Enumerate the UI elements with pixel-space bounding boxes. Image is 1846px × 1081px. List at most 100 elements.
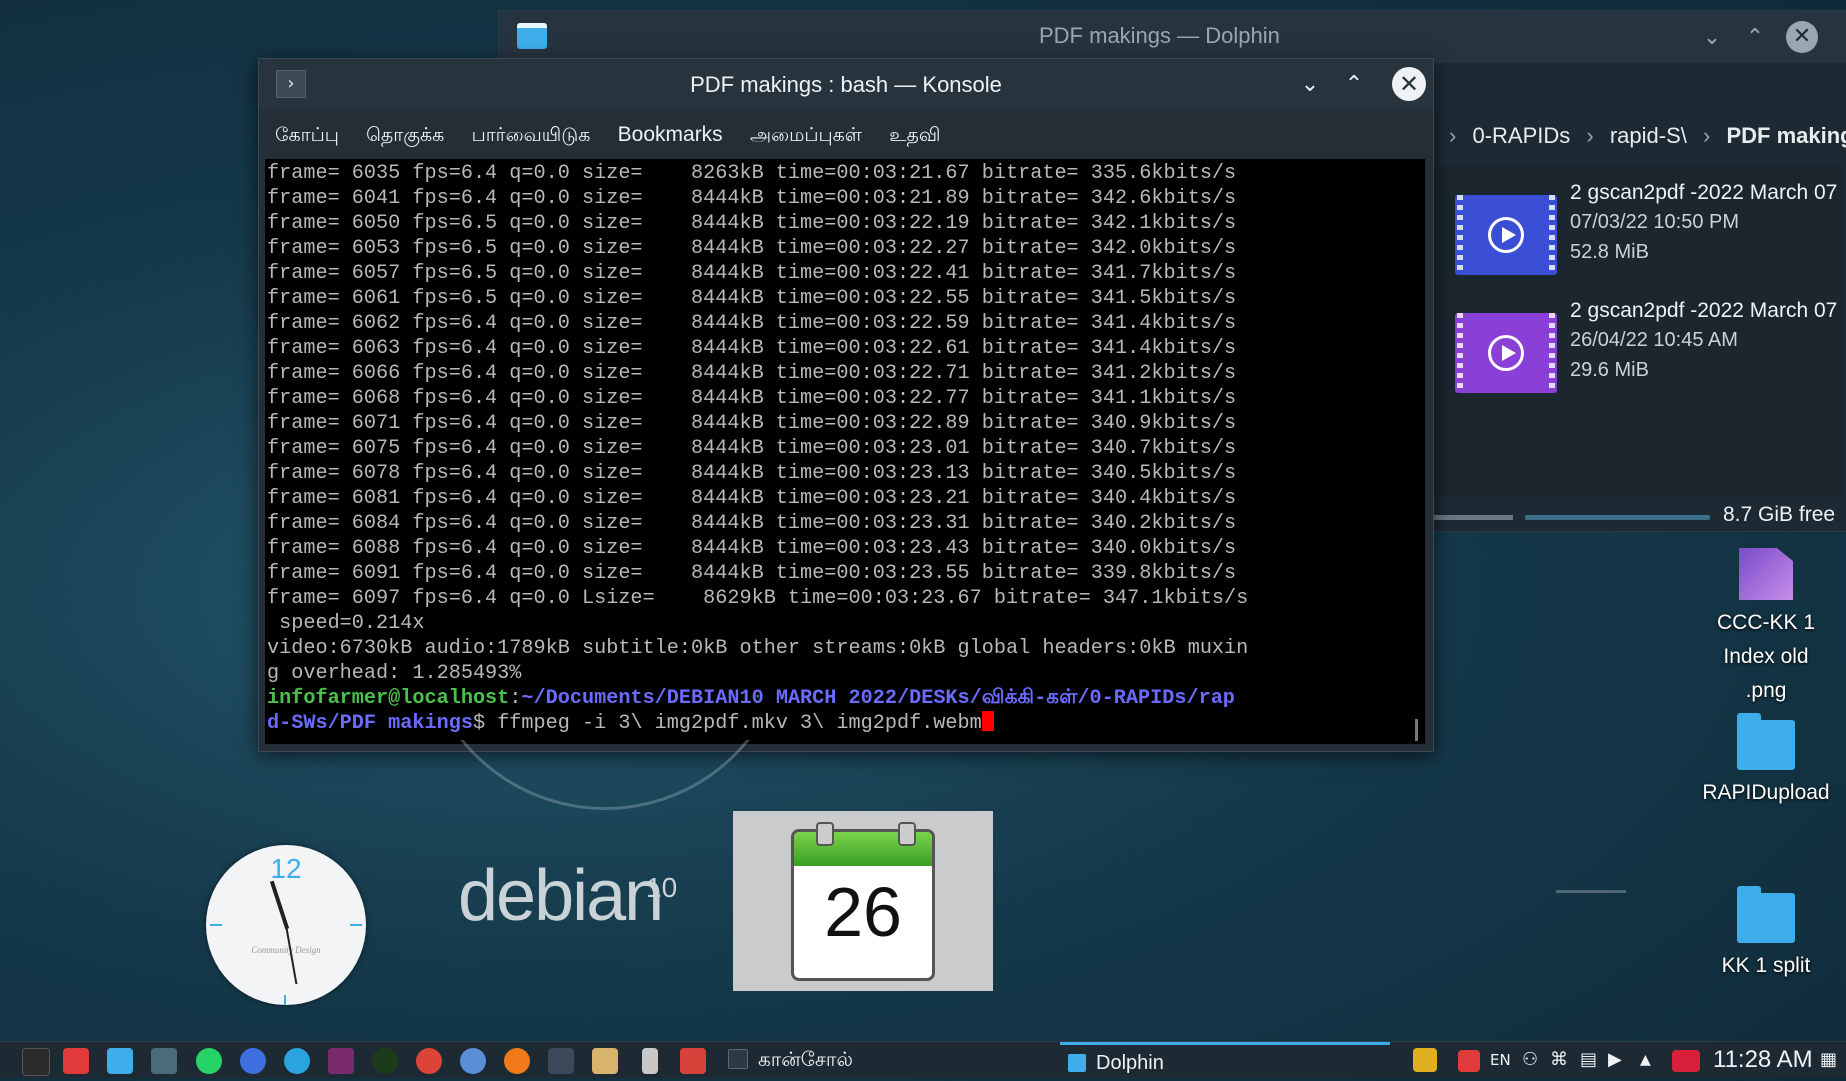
anydesk-tray-icon[interactable] [1458, 1050, 1480, 1072]
keyboard-layout[interactable]: EN [1490, 1042, 1511, 1078]
folder-launcher-icon[interactable] [107, 1048, 133, 1074]
maximize-chevron-icon[interactable]: ⌃ [1742, 25, 1768, 51]
terminal-line: speed=0.214x [267, 612, 425, 635]
terminal-line: frame= 6078 fps=6.4 q=0.0 size= 8444kB t… [267, 462, 1237, 485]
taskbar: கான்சோல் Dolphin EN ⚇ ⌘ ▤ ▶ ▲ 11:28 AM ▦ [0, 1041, 1846, 1078]
terminal-line: frame= 6041 fps=6.4 q=0.0 size= 8444kB t… [267, 187, 1237, 210]
play-icon [1488, 217, 1524, 253]
menu-bookmarks[interactable]: Bookmarks [618, 123, 723, 146]
volume-icon[interactable]: ▶ [1608, 1042, 1622, 1078]
desktop-icon-label: CCC-KK 1 [1716, 611, 1816, 634]
command-input[interactable]: ffmpeg -i 3\ img2pdf.mkv 3\ img2pdf.webm [497, 712, 982, 735]
screenshot-launcher-icon[interactable] [151, 1048, 177, 1074]
firefox-launcher-icon[interactable] [504, 1048, 530, 1074]
calendar-widget[interactable]: 26 [733, 811, 993, 991]
file-date: 07/03/22 10:50 PM [1570, 211, 1740, 233]
bluetooth-icon[interactable]: ⚇ [1522, 1042, 1538, 1078]
terminal-area[interactable]: frame= 6035 fps=6.4 q=0.0 size= 8263kB t… [265, 159, 1425, 744]
battery-icon[interactable] [1672, 1050, 1700, 1072]
menu-view[interactable]: பார்வையிடுக [472, 125, 591, 146]
desktop-icon-label: RAPIDupload [1702, 781, 1830, 804]
file-date: 26/04/22 10:45 AM [1570, 329, 1738, 351]
notes-tray-icon[interactable] [1413, 1048, 1437, 1072]
file-item[interactable]: 2 gscan2pdf -2022 March 07 26/04/22 10:4… [1455, 299, 1846, 409]
clock-twelve-label: 12 [270, 853, 302, 884]
breadcrumb-current[interactable]: PDF makings [1726, 123, 1846, 148]
headphones-launcher-icon[interactable] [548, 1048, 574, 1074]
desktop-icon-kk1-split[interactable]: KK 1 split [1701, 886, 1831, 983]
file-size: 29.6 MiB [1570, 359, 1649, 381]
desktop-icon-rapidupload[interactable]: RAPIDupload [1701, 713, 1831, 810]
folder-icon [1068, 1054, 1086, 1072]
breadcrumb-item[interactable]: 0-RAPIDs [1472, 123, 1570, 148]
file-item[interactable]: 2 gscan2pdf -2022 March 07 07/03/22 10:5… [1455, 181, 1846, 291]
menu-edit[interactable]: தொகுக்க [366, 125, 444, 146]
breadcrumb-item[interactable]: rapid-S\ [1610, 123, 1687, 148]
terminal-line: frame= 6068 fps=6.4 q=0.0 size= 8444kB t… [267, 387, 1237, 410]
dolphin-titlebar[interactable]: PDF makings — Dolphin ⌄ ⌃ ✕ [499, 11, 1846, 63]
minimize-chevron-icon[interactable]: ⌄ [1296, 71, 1324, 99]
phone-launcher-icon[interactable] [642, 1048, 658, 1074]
file-name: 2 gscan2pdf -2022 March 07 [1570, 299, 1838, 322]
terminal-line: frame= 6075 fps=6.4 q=0.0 size= 8444kB t… [267, 437, 1237, 460]
terminal-line: frame= 6050 fps=6.5 q=0.0 size= 8444kB t… [267, 212, 1237, 235]
task-konsole[interactable]: கான்சோல் [728, 1042, 1058, 1078]
konsole-title: PDF makings : bash — Konsole [690, 72, 1002, 97]
taskbar-clock[interactable]: 11:28 AM [1713, 1042, 1813, 1078]
terminal-line: g overhead: 1.285493% [267, 662, 522, 685]
free-space-indicator[interactable]: 8.7 GiB free [1433, 503, 1843, 533]
telegram-launcher-icon[interactable] [284, 1048, 310, 1074]
image-viewer-launcher-icon[interactable] [328, 1048, 354, 1074]
video-file-icon [1455, 313, 1557, 393]
text-cursor [981, 711, 994, 731]
menu-settings[interactable]: அமைப்புகள் [750, 125, 862, 146]
clipboard-icon[interactable]: ▤ [1580, 1042, 1597, 1078]
pdf-launcher-icon[interactable] [680, 1048, 706, 1074]
wallpaper-globe [420, 740, 790, 820]
desktop-icon-ccc-kk[interactable]: CCC-KK 1 Index old .png [1701, 548, 1831, 708]
chromium-launcher-icon[interactable] [460, 1048, 486, 1074]
terminal-line: frame= 6084 fps=6.4 q=0.0 size= 8444kB t… [267, 512, 1237, 535]
zoom-slider[interactable] [1433, 515, 1513, 520]
wifi-icon[interactable]: ⌘ [1550, 1042, 1568, 1078]
clock-brand: Community Design [251, 945, 321, 955]
whatsapp-launcher-icon[interactable] [196, 1048, 222, 1074]
terminal-launcher-icon[interactable] [22, 1048, 50, 1076]
folder-icon [1737, 713, 1795, 770]
terminal-line: frame= 6081 fps=6.4 q=0.0 size= 8444kB t… [267, 487, 1237, 510]
video-file-icon [1455, 195, 1557, 275]
file-size: 52.8 MiB [1570, 241, 1649, 263]
konsole-window[interactable]: › PDF makings : bash — Konsole ⌄ ⌃ ✕ கோப… [258, 58, 1434, 752]
chevron-right-icon: › [1703, 123, 1711, 148]
dolphin-close-button[interactable]: ✕ [1786, 21, 1818, 53]
free-space-label: 8.7 GiB free [1723, 503, 1836, 526]
menu-help[interactable]: உதவி [889, 125, 940, 146]
play-icon [1488, 335, 1524, 371]
task-label: Dolphin [1096, 1052, 1164, 1074]
terminal-scrollbar[interactable] [1415, 719, 1418, 741]
folder-app-icon [517, 23, 547, 49]
chrome-launcher-icon[interactable] [416, 1048, 442, 1074]
peek-desktop-icon[interactable]: ▦ [1820, 1042, 1837, 1078]
tray-expand-icon[interactable]: ▲ [1640, 1042, 1651, 1078]
task-dolphin[interactable]: Dolphin [1060, 1042, 1390, 1078]
file-view: 2 gscan2pdf -2022 March 07 07/03/22 10:5… [1433, 166, 1845, 496]
maximize-chevron-icon[interactable]: ⌃ [1340, 71, 1368, 99]
dolphin-title: PDF makings — Dolphin [1039, 23, 1280, 48]
signal-launcher-icon[interactable] [240, 1048, 266, 1074]
debian-version: 10 [646, 872, 678, 903]
terminal-line: video:6730kB audio:1789kB subtitle:0kB o… [267, 637, 1249, 660]
konsole-titlebar[interactable]: › PDF makings : bash — Konsole ⌄ ⌃ ✕ [259, 59, 1433, 109]
analog-clock-widget[interactable]: 12 Community Design [206, 845, 366, 1005]
anydesk-launcher-icon[interactable] [63, 1048, 89, 1074]
dictionary-launcher-icon[interactable] [592, 1048, 618, 1074]
minimize-chevron-icon[interactable]: ⌄ [1699, 25, 1725, 51]
terminal-line: frame= 6061 fps=6.5 q=0.0 size= 8444kB t… [267, 287, 1237, 310]
folder-icon [1737, 886, 1795, 943]
terminal-line: frame= 6097 fps=6.4 q=0.0 Lsize= 8629kB … [267, 587, 1249, 610]
calendar-day: 26 [824, 873, 902, 951]
space-bar [1525, 515, 1710, 520]
konsole-close-button[interactable]: ✕ [1392, 67, 1426, 101]
app-launcher-icon[interactable] [372, 1048, 398, 1074]
menu-file[interactable]: கோப்பு [275, 125, 339, 146]
